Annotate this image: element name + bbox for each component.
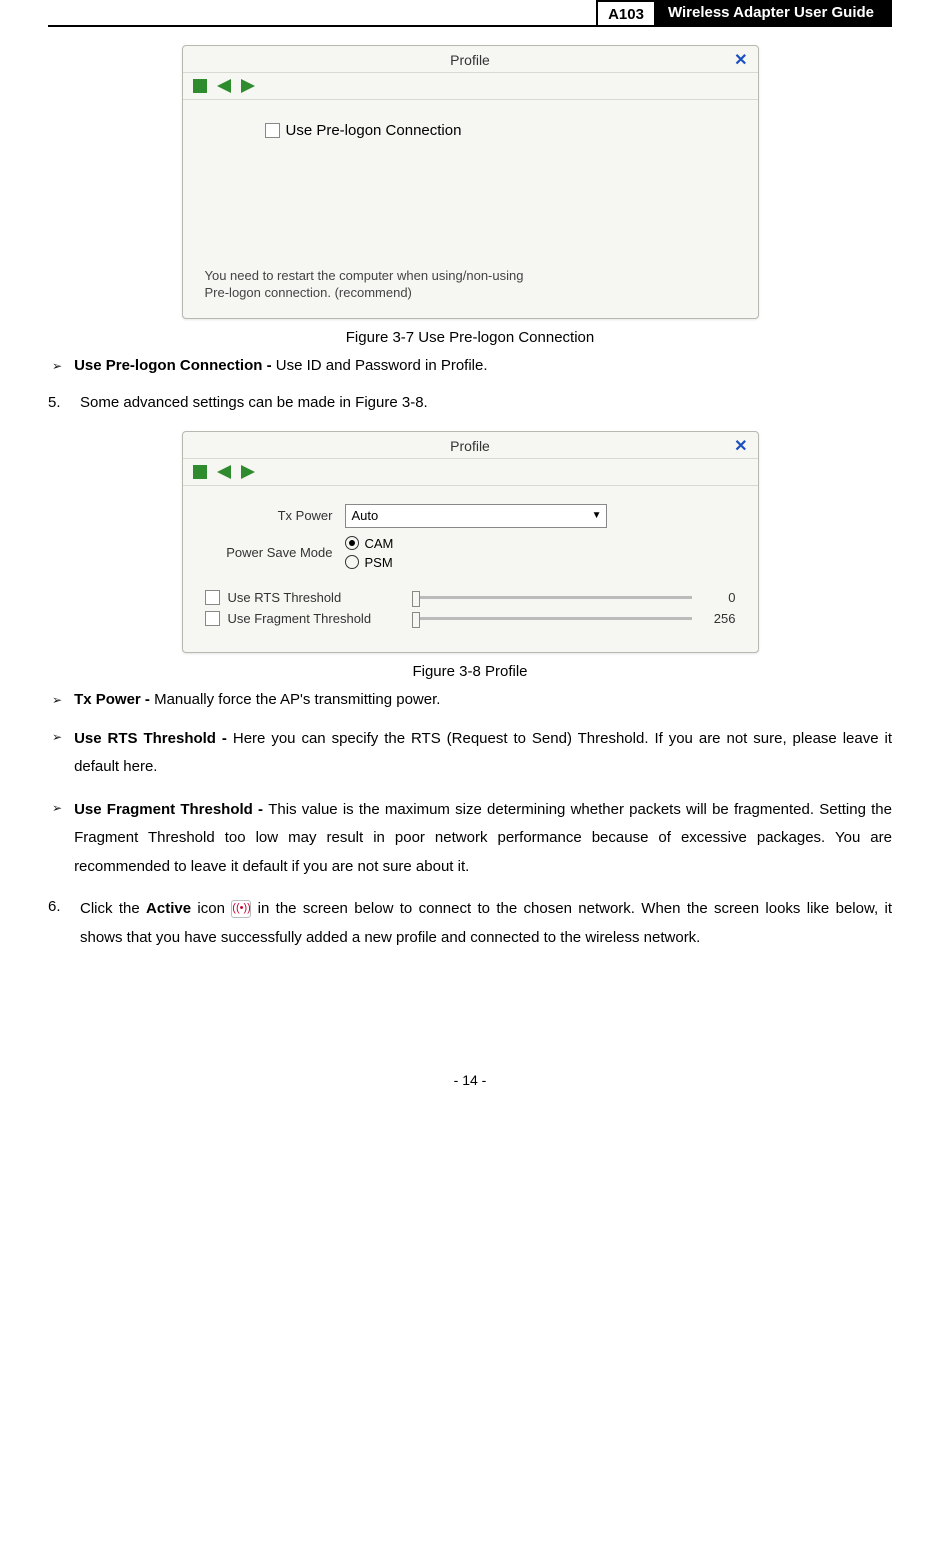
tx-power-label: Tx Power	[205, 508, 345, 523]
bullet-icon: ➢	[52, 354, 62, 376]
figure-3-7-caption: Figure 3-7 Use Pre-logon Connection	[48, 329, 892, 346]
panel-toolbar	[183, 73, 758, 100]
panel-toolbar	[183, 459, 758, 486]
radio-psm[interactable]	[345, 555, 359, 569]
forward-icon[interactable]	[241, 465, 255, 479]
figure-3-8-caption: Figure 3-8 Profile	[48, 663, 892, 680]
bullet-icon: ➢	[52, 688, 62, 710]
frag-label: Use Fragment Threshold	[228, 611, 398, 626]
forward-icon[interactable]	[241, 79, 255, 93]
rts-checkbox[interactable]	[205, 590, 220, 605]
bullet-tx: Tx Power - Manually force the AP's trans…	[74, 688, 892, 711]
rts-value: 0	[706, 590, 736, 605]
bullet-icon: ➢	[52, 725, 62, 747]
page-number: - 14 -	[48, 1072, 892, 1088]
close-icon[interactable]: ✕	[734, 436, 747, 456]
panel-title: Profile	[450, 52, 490, 68]
figure-3-8-panel: Profile ✕ Tx Power Auto ▼ Power Save Mod…	[182, 431, 759, 653]
frag-value: 256	[706, 611, 736, 626]
panel-note: You need to restart the computer when us…	[205, 267, 524, 302]
bullet-frag: Use Fragment Threshold - This value is t…	[74, 796, 892, 882]
back-icon[interactable]	[217, 465, 231, 479]
figure-3-7-panel: Profile ✕ Use Pre-logon Connection You n…	[182, 45, 759, 319]
back-icon[interactable]	[217, 79, 231, 93]
radio-psm-label: PSM	[365, 555, 393, 570]
radio-cam[interactable]	[345, 536, 359, 550]
close-icon[interactable]: ✕	[734, 50, 747, 70]
rts-slider[interactable]	[412, 596, 692, 599]
frag-checkbox[interactable]	[205, 611, 220, 626]
chevron-down-icon: ▼	[592, 510, 602, 521]
step-5-number: 5.	[48, 391, 66, 414]
panel-title: Profile	[450, 438, 490, 454]
tx-power-select[interactable]: Auto ▼	[345, 504, 607, 528]
radio-cam-label: CAM	[365, 536, 394, 551]
bullet-icon: ➢	[52, 796, 62, 818]
stop-icon[interactable]	[193, 79, 207, 93]
psm-label: Power Save Mode	[205, 545, 345, 560]
page-header: A103 Wireless Adapter User Guide	[48, 0, 892, 27]
model-badge: A103	[596, 0, 656, 25]
stop-icon[interactable]	[193, 465, 207, 479]
step-6-number: 6.	[48, 895, 66, 952]
doc-title: Wireless Adapter User Guide	[656, 0, 892, 25]
rts-label: Use RTS Threshold	[228, 590, 398, 605]
active-icon: ((•))	[231, 900, 251, 918]
bullet-rts: Use RTS Threshold - Here you can specify…	[74, 725, 892, 782]
step-5-text: Some advanced settings can be made in Fi…	[80, 391, 892, 414]
bullet-prelogon: Use Pre-logon Connection - Use ID and Pa…	[74, 354, 892, 377]
prelogon-label: Use Pre-logon Connection	[286, 122, 462, 139]
prelogon-checkbox[interactable]	[265, 123, 280, 138]
frag-slider[interactable]	[412, 617, 692, 620]
step-6-text: Click the Active icon ((•)) in the scree…	[80, 895, 892, 952]
